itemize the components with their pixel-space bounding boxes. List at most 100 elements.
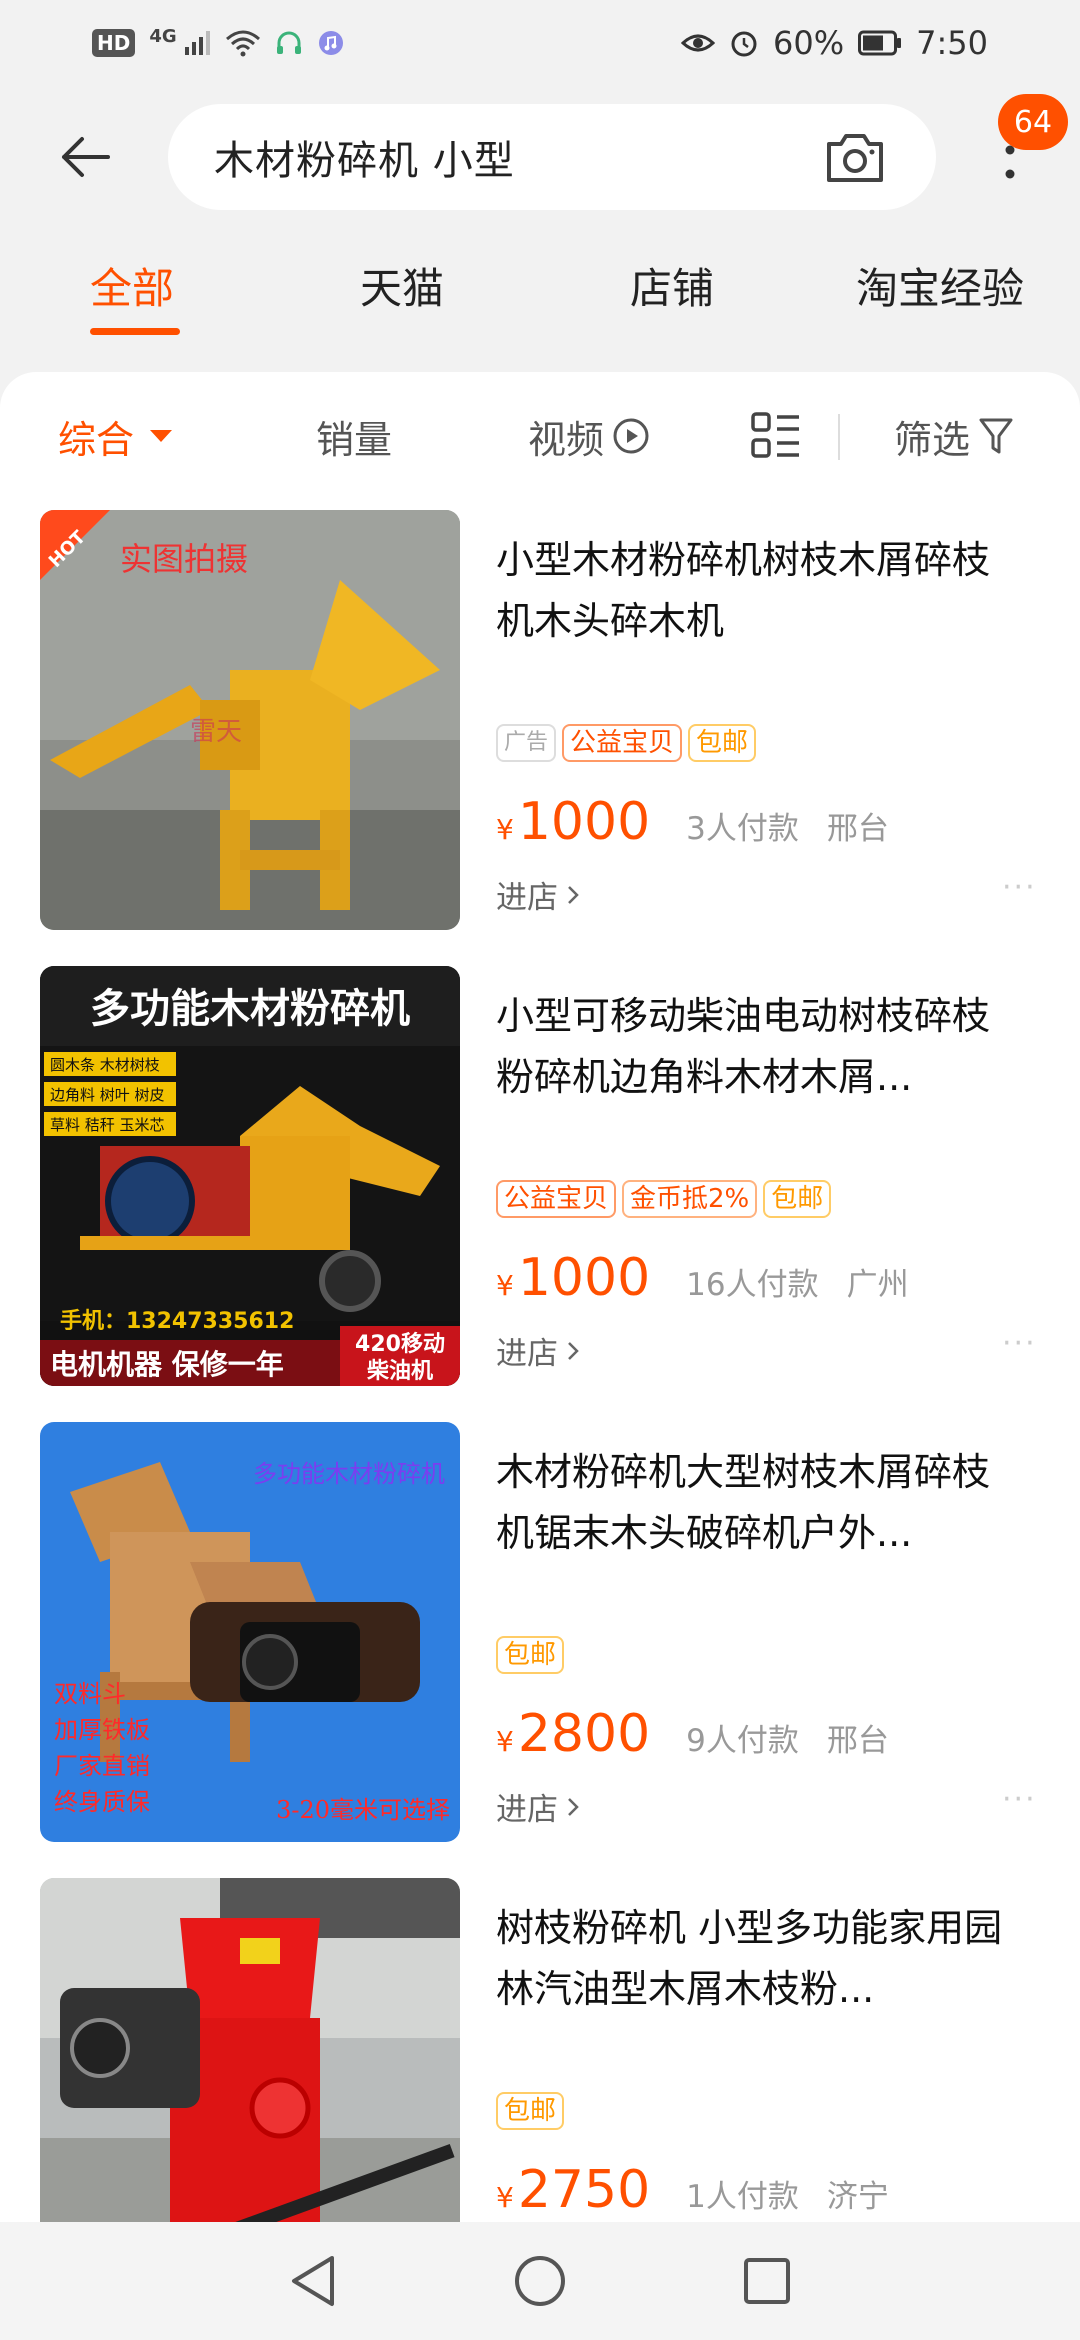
enter-shop-link[interactable]: 进店 (496, 872, 580, 917)
message-count-badge: 64 (998, 94, 1068, 150)
active-tab-indicator (90, 328, 180, 335)
enter-shop-label: 进店 (496, 880, 558, 916)
music-app-icon (318, 31, 343, 55)
back-arrow-icon (62, 137, 110, 177)
tab-tmall[interactable]: 天猫 (360, 250, 444, 320)
tab-shops[interactable]: 店铺 (630, 250, 714, 320)
product-title[interactable]: 树枝粉碎机 小型多功能家用园林汽油型木屑木枝粉... (496, 1898, 1016, 2020)
ship-location: 济宁 (826, 2179, 889, 2215)
product-tags: 广告 公益宝贝 包邮 (496, 724, 757, 762)
product-image[interactable] (40, 1878, 460, 2222)
eye-icon (681, 34, 716, 52)
enter-shop-label: 进店 (496, 1336, 558, 1372)
price-row: ¥ 1000 3人付款 邢台 (496, 792, 889, 852)
camera-search-button[interactable] (822, 124, 888, 190)
search-input[interactable]: 木材粉碎机 小型 (168, 104, 936, 210)
product-price: 2800 (517, 1704, 651, 1764)
free-shipping-tag: 包邮 (688, 724, 757, 762)
product-title[interactable]: 木材粉碎机大型树枝木屑碎枝机锯末木头破碎机户外... (496, 1442, 1016, 1564)
chevron-right-icon (568, 1797, 579, 1816)
status-bar: HD 4G 60% 7:50 (0, 0, 1080, 86)
image-phone-number: 手机：13247335612 (60, 1309, 294, 1334)
enter-shop-label: 进店 (496, 1792, 558, 1828)
battery-percent: 60% (773, 24, 845, 62)
product-card[interactable]: 多功能木材粉碎机 圆木条 木材树枝 边角料 树叶 树皮 草料 秸秆 玉米芯 手机… (0, 966, 1080, 1406)
search-header: 木材粉碎机 小型 (0, 92, 1080, 222)
system-nav-bar (0, 2222, 1080, 2340)
chevron-right-icon (568, 885, 579, 904)
layout-toggle-button[interactable] (750, 408, 802, 464)
product-price: 1000 (517, 1248, 651, 1308)
product-title[interactable]: 小型可移动柴油电动树枝碎枝粉碎机边角料木材木屑... (496, 986, 1016, 1108)
ship-location: 邢台 (826, 811, 889, 847)
sort-video[interactable]: 视频 (528, 408, 650, 464)
product-photo-wood-crusher: HOT 实图拍摄 雷天 (40, 510, 460, 930)
signal-icon (184, 31, 210, 55)
image-headline: 多功能木材粉碎机 (90, 986, 410, 1032)
feature-bullet: 草料 秸秆 玉米芯 (50, 1116, 165, 1134)
product-card[interactable]: HOT 实图拍摄 雷天 小型木材粉碎机树枝木屑碎枝机木头碎木机 广告 公益宝贝 … (0, 510, 1080, 950)
coin-discount-tag: 金币抵2% (622, 1180, 758, 1218)
image-feature: 双料斗 (54, 1680, 126, 1708)
currency-symbol: ¥ (496, 2181, 514, 2214)
search-query: 木材粉碎机 小型 (214, 138, 515, 184)
currency-symbol: ¥ (496, 1269, 514, 1302)
product-tags: 包邮 (496, 1636, 565, 1674)
nav-recents-button[interactable] (727, 2241, 807, 2321)
nav-home-button[interactable] (500, 2241, 580, 2321)
more-options-icon[interactable]: ··· (1002, 1782, 1037, 1817)
free-shipping-tag: 包邮 (496, 1636, 565, 1674)
sort-comprehensive[interactable]: 综合 (58, 408, 173, 464)
image-corner-line2: 柴油机 (366, 1359, 433, 1384)
tab-taobao-experience[interactable]: 淘宝经验 (856, 250, 1024, 320)
product-card[interactable]: 多功能木材粉碎机 双料斗 加厚铁板 厂家直销 终身质保 3-20毫米可选择 木材… (0, 1422, 1080, 1862)
product-card[interactable]: 树枝粉碎机 小型多功能家用园林汽油型木屑木枝粉... 包邮 ¥ 2750 1人付… (0, 1878, 1080, 2222)
sort-video-label: 视频 (528, 417, 605, 462)
free-shipping-tag: 包邮 (763, 1180, 832, 1218)
battery-icon (858, 30, 902, 56)
camera-icon (827, 134, 883, 182)
play-circle-icon (613, 418, 649, 454)
product-title[interactable]: 小型木材粉碎机树枝木屑碎枝机木头碎木机 (496, 530, 1016, 652)
enter-shop-link[interactable]: 进店 (496, 1328, 580, 1373)
product-image[interactable]: 多功能木材粉碎机 双料斗 加厚铁板 厂家直销 终身质保 3-20毫米可选择 (40, 1422, 460, 1842)
image-feature: 厂家直销 (54, 1752, 150, 1780)
charity-tag: 公益宝贝 (496, 1180, 617, 1218)
product-image[interactable]: 多功能木材粉碎机 圆木条 木材树枝 边角料 树叶 树皮 草料 秸秆 玉米芯 手机… (40, 966, 460, 1386)
image-corner-line1: 420移动 (355, 1331, 445, 1357)
caret-down-icon (150, 430, 173, 442)
enter-shop-link[interactable]: 进店 (496, 1784, 580, 1829)
nav-recents-icon (743, 2258, 790, 2304)
sales-count: 3人付款 (686, 811, 799, 847)
sort-divider (838, 414, 840, 460)
product-photo-large-crusher: 多功能木材粉碎机 双料斗 加厚铁板 厂家直销 终身质保 3-20毫米可选择 (40, 1422, 460, 1842)
product-price: 2750 (517, 2160, 651, 2220)
headphones-icon (276, 31, 301, 54)
product-image[interactable]: HOT 实图拍摄 雷天 (40, 510, 460, 930)
nav-back-icon (292, 2256, 335, 2306)
tab-all[interactable]: 全部 (90, 250, 174, 320)
more-options-icon[interactable]: ··· (1002, 870, 1037, 905)
layout-toggle-icon (751, 412, 799, 458)
chevron-right-icon (568, 1341, 579, 1360)
more-options-icon[interactable]: ··· (1002, 1326, 1037, 1361)
filter-button[interactable]: 筛选 (894, 408, 1014, 464)
image-size-note: 3-20毫米可选择 (276, 1796, 450, 1824)
sort-sales[interactable]: 销量 (316, 408, 392, 464)
free-shipping-tag: 包邮 (496, 2092, 565, 2130)
hd-indicator: HD (92, 29, 136, 57)
product-tags: 包邮 (496, 2092, 565, 2130)
image-headline: 多功能木材粉碎机 (253, 1460, 445, 1488)
ship-location: 邢台 (826, 1723, 889, 1759)
ship-location: 广州 (846, 1267, 909, 1303)
sales-count: 1人付款 (686, 2179, 799, 2215)
currency-symbol: ¥ (496, 813, 514, 846)
sort-bar: 综合 销量 视频 筛选 (0, 372, 1080, 500)
currency-symbol: ¥ (496, 1725, 514, 1758)
image-footer-text: 电机机器 保修一年 (50, 1348, 284, 1381)
sort-comprehensive-label: 综合 (58, 417, 135, 462)
image-watermark: 雷天 (190, 717, 242, 747)
alarm-icon (731, 31, 757, 57)
nav-back-button[interactable] (273, 2241, 353, 2321)
back-button[interactable] (50, 122, 120, 192)
